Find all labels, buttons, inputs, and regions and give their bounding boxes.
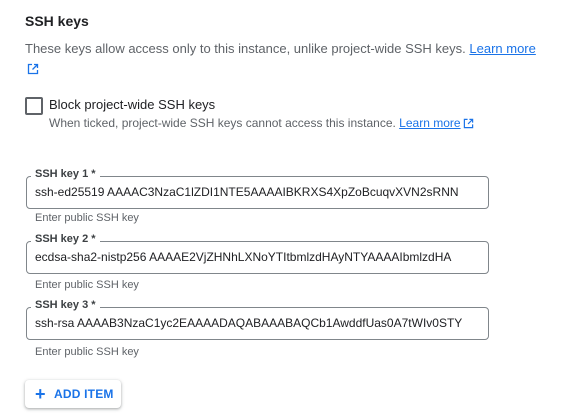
ssh-key-3-field[interactable]: SSH key 3 * ssh-rsa AAAAB3NzaC1yc2EAAAAD… bbox=[26, 299, 489, 340]
add-item-label: ADD ITEM bbox=[54, 387, 114, 401]
block-project-keys-checkbox[interactable] bbox=[25, 97, 43, 115]
add-item-button[interactable]: + ADD ITEM bbox=[25, 380, 121, 408]
plus-icon: + bbox=[35, 384, 46, 404]
section-title: SSH keys bbox=[25, 13, 89, 29]
hint-text: When ticked, project-wide SSH keys canno… bbox=[49, 116, 396, 130]
ssh-key-1-helper: Enter public SSH key bbox=[35, 212, 139, 224]
ssh-key-2-helper: Enter public SSH key bbox=[35, 279, 139, 291]
ssh-key-1-field[interactable]: SSH key 1 * ssh-ed25519 AAAAC3NzaC1lZDI1… bbox=[26, 168, 489, 209]
ssh-key-3-helper: Enter public SSH key bbox=[35, 346, 139, 358]
ssh-key-1-input[interactable]: ssh-ed25519 AAAAC3NzaC1lZDI1NTE5AAAAIBKR… bbox=[35, 177, 480, 208]
section-description: These keys allow access only to this ins… bbox=[25, 39, 545, 79]
ssh-key-2-input[interactable]: ecdsa-sha2-nistp256 AAAAE2VjZHNhLXNoYTIt… bbox=[35, 242, 480, 273]
external-link-icon[interactable] bbox=[463, 118, 474, 129]
ssh-key-3-input[interactable]: ssh-rsa AAAAB3NzaC1yc2EAAAADAQABAAABAQCb… bbox=[35, 308, 480, 339]
block-project-keys-hint: When ticked, project-wide SSH keys canno… bbox=[49, 116, 474, 130]
external-link-icon[interactable] bbox=[27, 63, 39, 75]
ssh-key-2-field[interactable]: SSH key 2 * ecdsa-sha2-nistp256 AAAAE2Vj… bbox=[26, 233, 489, 274]
description-text: These keys allow access only to this ins… bbox=[25, 41, 466, 56]
block-project-keys-label: Block project-wide SSH keys bbox=[49, 97, 216, 112]
hint-learn-more-link[interactable]: Learn more bbox=[399, 116, 460, 130]
learn-more-link[interactable]: Learn more bbox=[469, 41, 535, 56]
